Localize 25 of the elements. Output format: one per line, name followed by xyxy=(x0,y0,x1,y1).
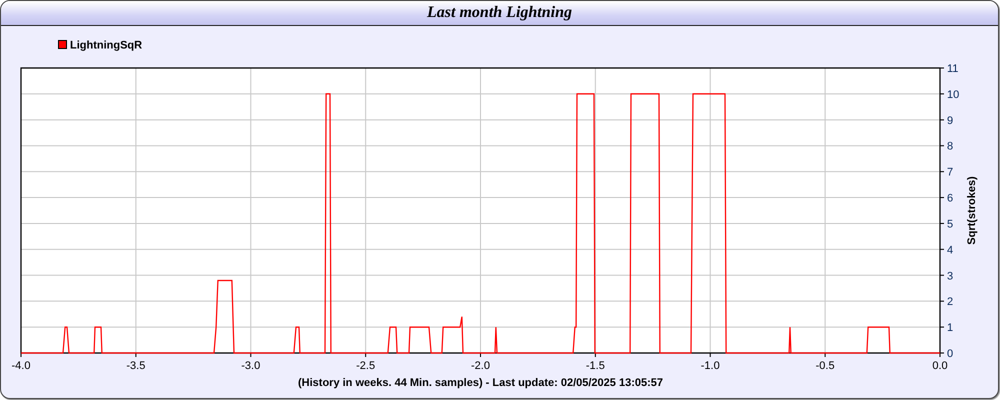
y-tick-label: 3 xyxy=(947,270,954,282)
y-tick-label: 11 xyxy=(947,63,958,75)
y-tick-label: 7 xyxy=(947,166,954,179)
x-axis-label: (History in weeks. 44 Min. samples) - Last update: 02/05/2025 13:05:57 xyxy=(298,377,663,389)
y-tick-label: 1 xyxy=(947,322,954,334)
y-tick-label: 8 xyxy=(947,140,954,153)
x-tick-label: -3.5 xyxy=(126,360,146,372)
x-tick-label: -2.0 xyxy=(471,360,490,372)
x-tick-label: -1.0 xyxy=(700,360,720,372)
y-tick-label: 2 xyxy=(947,296,954,308)
y-tick-label: 4 xyxy=(947,244,954,256)
x-tick-label: -0.5 xyxy=(816,360,835,372)
x-tick-label: -2.5 xyxy=(356,360,376,372)
y-axis-label: Sqrt(strokes) xyxy=(966,176,978,245)
x-tick-label: -1.5 xyxy=(586,360,605,372)
x-tick-label: 0.0 xyxy=(932,360,948,372)
legend-label: LightningSqR xyxy=(70,40,142,52)
y-tick-label: 5 xyxy=(947,218,954,230)
x-tick-label: -4.0 xyxy=(12,360,30,372)
y-tick-label: 6 xyxy=(947,192,954,205)
x-tick-label: -3.0 xyxy=(241,360,260,372)
y-tick-label: 10 xyxy=(947,88,960,101)
y-tick-label: 9 xyxy=(947,114,954,127)
window-title: Last month Lightning xyxy=(427,4,572,22)
y-tick-label: 0 xyxy=(947,348,954,360)
